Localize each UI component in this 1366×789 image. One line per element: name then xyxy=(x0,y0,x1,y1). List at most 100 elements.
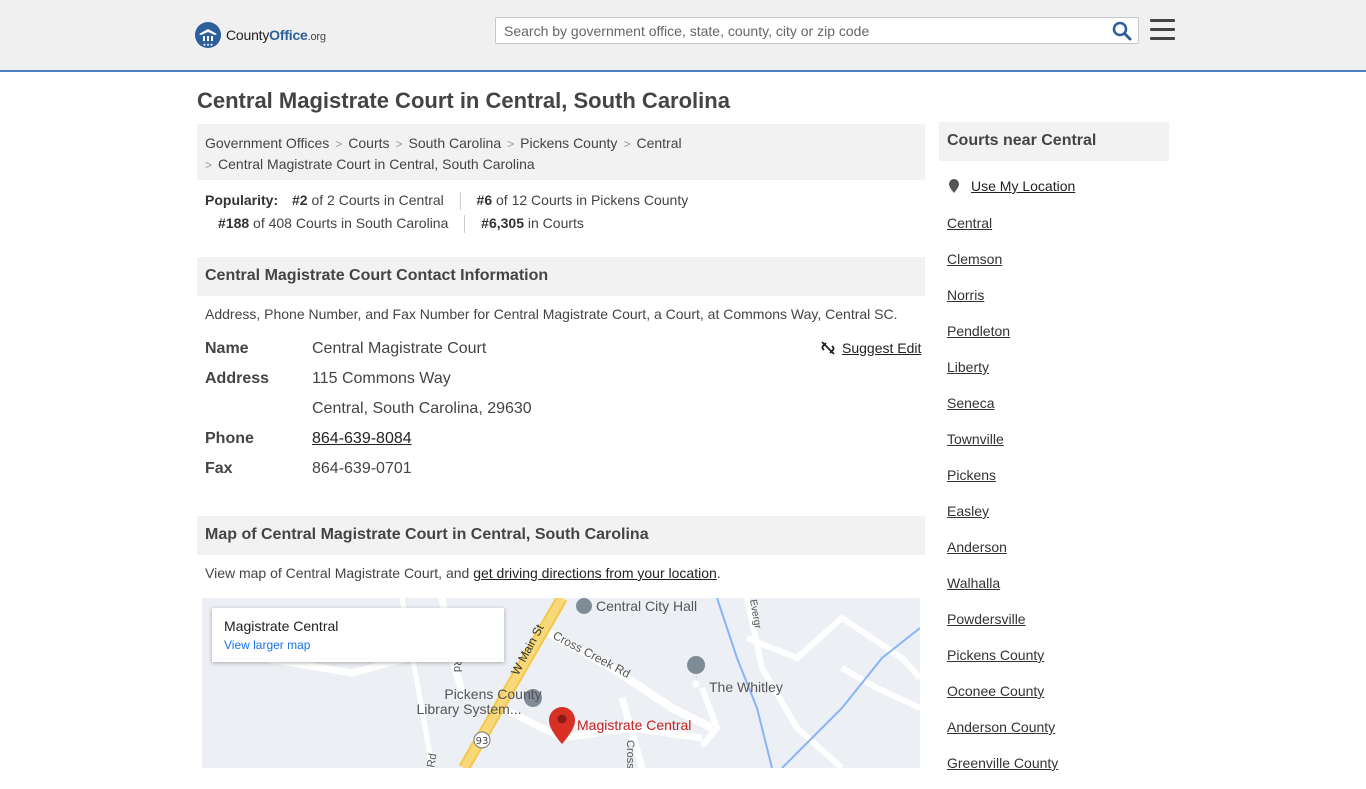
breadcrumb-central[interactable]: Central xyxy=(636,135,681,151)
breadcrumb-pickens-county[interactable]: Pickens County xyxy=(520,135,617,151)
poi-magistrate: Magistrate Central xyxy=(577,717,691,733)
suggest-edit-link[interactable]: Suggest Edit xyxy=(842,340,921,356)
list-item: Anderson xyxy=(947,537,1058,573)
map-heading: Map of Central Magistrate Court in Centr… xyxy=(197,516,925,555)
breadcrumb-courts[interactable]: Courts xyxy=(348,135,389,151)
nearby-link[interactable]: Anderson xyxy=(947,539,1007,555)
logo-text-county: County xyxy=(226,27,270,43)
breadcrumb-separator: > xyxy=(335,137,343,151)
map-street xyxy=(840,665,920,711)
list-item: Greenville County xyxy=(947,753,1058,789)
list-item: Easley xyxy=(947,501,1058,537)
rank-number: #2 xyxy=(292,192,308,208)
nearby-link[interactable]: Norris xyxy=(947,287,984,303)
logo-icon: ★★★ xyxy=(195,22,221,48)
nearby-link[interactable]: Liberty xyxy=(947,359,989,375)
nearby-link[interactable]: Seneca xyxy=(947,395,994,411)
list-item: Townville xyxy=(947,429,1058,465)
poi-library-line-1: Pickens County xyxy=(444,686,541,702)
rank-number: #6 xyxy=(476,192,493,208)
nearby-courts-list: Central Clemson Norris Pendleton Liberty… xyxy=(947,213,1058,789)
divider xyxy=(464,215,466,234)
nearby-link[interactable]: Pickens County xyxy=(947,647,1044,663)
search-input[interactable] xyxy=(496,18,1112,43)
breadcrumb-separator: > xyxy=(395,137,403,151)
map-card-title: Magistrate Central xyxy=(224,618,339,634)
route-number: 93 xyxy=(476,736,489,747)
list-item: Anderson County xyxy=(947,717,1058,753)
menu-bar xyxy=(1150,28,1175,31)
view-larger-map-link[interactable]: View larger map xyxy=(224,638,310,652)
map-description-text: View map of Central Magistrate Court, an… xyxy=(205,565,474,581)
logo-text-tld: .org xyxy=(307,31,326,43)
breadcrumb-separator: > xyxy=(205,158,213,172)
popularity-label: Popularity: xyxy=(205,192,279,208)
name-label: Name xyxy=(205,340,249,357)
fax-label: Fax xyxy=(205,460,233,477)
nearby-link[interactable]: Powdersville xyxy=(947,611,1026,627)
breadcrumb-government-offices[interactable]: Government Offices xyxy=(205,135,329,151)
broken-link-icon xyxy=(821,341,835,355)
map-description-suffix: . xyxy=(716,565,721,581)
rank-text: in Courts xyxy=(524,215,584,231)
nearby-link[interactable]: Oconee County xyxy=(947,683,1044,699)
menu-bar xyxy=(1150,19,1175,22)
use-location[interactable]: Use My Location xyxy=(947,178,1075,194)
poi-city-hall: Central City Hall xyxy=(596,598,697,614)
menu-bar xyxy=(1150,37,1175,40)
logo-text-office: Office xyxy=(269,27,308,43)
street-label-rd: Rd xyxy=(425,753,439,768)
poi-whitley: The Whitley xyxy=(709,679,783,695)
map-description: View map of Central Magistrate Court, an… xyxy=(205,565,721,581)
street-label-cross-creek: Cross Creek Rd xyxy=(551,628,633,680)
popularity-rank: #6 of 12 Courts in Pickens County xyxy=(477,192,689,208)
list-item: Pickens xyxy=(947,465,1058,501)
list-item: Oconee County xyxy=(947,681,1058,717)
list-item: Pendleton xyxy=(947,321,1058,357)
driving-directions-link[interactable]: get driving directions from your locatio… xyxy=(473,565,717,581)
nearby-link[interactable]: Greenville County xyxy=(947,755,1058,771)
phone-label: Phone xyxy=(205,430,254,447)
address-line-1: 115 Commons Way xyxy=(312,370,451,387)
nearby-link[interactable]: Pickens xyxy=(947,467,996,483)
map-info-card: Magistrate Central View larger map xyxy=(212,608,504,662)
list-item: Seneca xyxy=(947,393,1058,429)
rank-text: of 12 Courts in Pickens County xyxy=(492,192,689,208)
whitley-pin-dot xyxy=(692,680,700,688)
use-my-location-link[interactable]: Use My Location xyxy=(971,178,1075,194)
contact-description: Address, Phone Number, and Fax Number fo… xyxy=(205,306,898,322)
poi-library-line-2: Library System... xyxy=(416,701,521,717)
nearby-link[interactable]: Central xyxy=(947,215,992,231)
list-item: Pickens County xyxy=(947,645,1058,681)
breadcrumb-south-carolina[interactable]: South Carolina xyxy=(409,135,502,151)
nearby-link[interactable]: Clemson xyxy=(947,251,1002,267)
breadcrumb-current: Central Magistrate Court in Central, Sou… xyxy=(218,156,535,172)
fax-value: 864-639-0701 xyxy=(312,460,412,477)
site-logo[interactable]: ★★★ CountyOffice.org xyxy=(194,20,326,50)
nearby-link[interactable]: Anderson County xyxy=(947,719,1055,735)
popularity-rank: #188 of 408 Courts in South Carolina xyxy=(218,215,448,231)
map-street xyxy=(699,686,721,748)
nearby-link[interactable]: Pendleton xyxy=(947,323,1010,339)
svg-text:★★★: ★★★ xyxy=(203,42,214,47)
street-label-cross: Cross xyxy=(624,740,636,768)
list-item: Liberty xyxy=(947,357,1058,393)
nearby-link[interactable]: Easley xyxy=(947,503,989,519)
list-item: Clemson xyxy=(947,249,1058,285)
location-pin-dot xyxy=(557,714,567,724)
phone-link[interactable]: 864-639-8084 xyxy=(312,430,412,448)
list-item: Central xyxy=(947,213,1058,249)
search-icon[interactable] xyxy=(1112,21,1132,41)
breadcrumb-separator: > xyxy=(623,137,631,151)
rank-text: of 2 Courts in Central xyxy=(307,192,444,208)
suggest-edit[interactable]: Suggest Edit xyxy=(820,340,921,356)
address-line-2: Central, South Carolina, 29630 xyxy=(312,400,532,417)
nearby-link[interactable]: Walhalla xyxy=(947,575,1000,591)
list-item: Norris xyxy=(947,285,1058,321)
rank-number: #188 xyxy=(218,215,250,231)
search-box xyxy=(495,17,1139,44)
nearby-link[interactable]: Townville xyxy=(947,431,1004,447)
hamburger-menu-icon[interactable] xyxy=(1150,19,1175,41)
popularity-rank: #6,305 in Courts xyxy=(481,215,584,231)
rank-number: #6,305 xyxy=(481,215,524,231)
